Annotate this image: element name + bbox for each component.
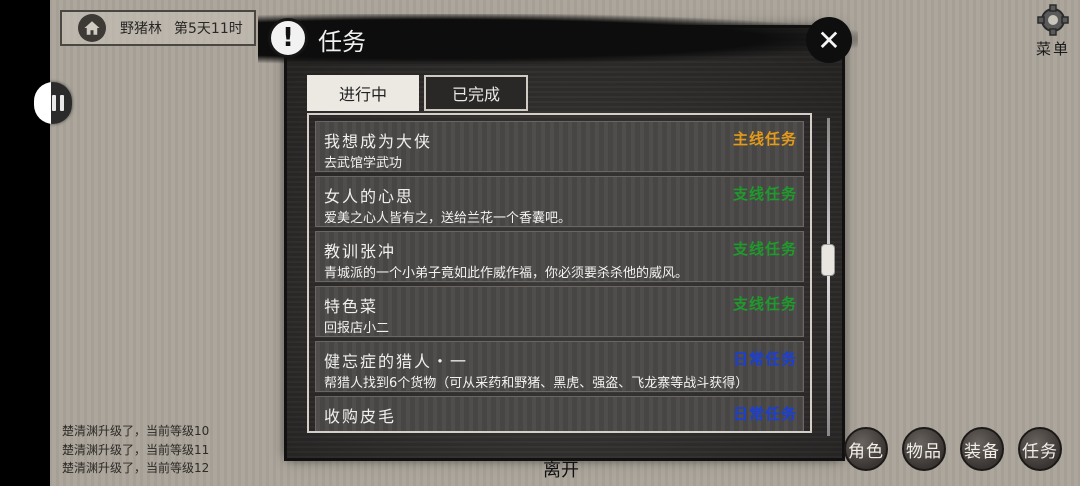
- quest-name: 健忘症的猎人・一: [324, 352, 469, 371]
- dialog-title: 任务: [318, 28, 366, 56]
- menu-button[interactable]: 菜单: [1030, 4, 1076, 62]
- close-icon: ✕: [817, 23, 841, 57]
- quest-type: 日常任务: [732, 405, 797, 423]
- menu-label: 菜单: [1035, 40, 1070, 58]
- character-button[interactable]: 角色: [844, 427, 888, 471]
- game-screen: 野猪林 第5天11时 菜单 楚清渊升级了，当前等级10 楚清渊升级了，当前等级11…: [0, 0, 1080, 486]
- quest-list[interactable]: 我想成为大侠 主线任务 去武馆学武功 女人的心思 支线任务 爱美之心人皆有之，送…: [307, 113, 812, 433]
- quest-desc: 爱美之心人皆有之，送给兰花一个香囊吧。: [324, 211, 572, 226]
- quest-desc: 青城派的一个小弟子竟如此作威作福，你必须要杀杀他的威风。: [324, 266, 689, 281]
- scrollbar-thumb[interactable]: [821, 244, 835, 276]
- close-button[interactable]: ✕: [806, 17, 852, 63]
- equipment-button[interactable]: 装备: [960, 427, 1004, 471]
- quest-item[interactable]: 健忘症的猎人・一 日常任务 帮猎人找到6个货物（可从采药和野猪、黑虎、强盗、飞龙…: [315, 341, 804, 392]
- quest-item[interactable]: 我想成为大侠 主线任务 去武馆学武功: [315, 121, 804, 172]
- log-line: 楚清渊升级了，当前等级12: [62, 461, 210, 475]
- quest-type: 主线任务: [732, 130, 797, 148]
- message-log: 楚清渊升级了，当前等级10 楚清渊升级了，当前等级11 楚清渊升级了，当前等级1…: [62, 422, 209, 478]
- scrollbar-track[interactable]: [827, 118, 830, 436]
- location-box: 野猪林 第5天11时: [60, 10, 256, 46]
- tab-completed[interactable]: 已完成: [424, 75, 528, 111]
- home-icon: [84, 21, 100, 35]
- location-text: 野猪林 第5天11时: [120, 18, 243, 38]
- quest-desc: 帮猎人找到6个货物（可从采药和野猪、黑虎、强盗、飞龙寨等战斗获得）: [324, 376, 749, 391]
- side-toggle-button[interactable]: [34, 82, 72, 124]
- quest-desc: 回报店小二: [324, 321, 390, 336]
- exclamation-icon: !: [268, 18, 308, 58]
- gear-icon: [1037, 4, 1069, 36]
- quest-name: 女人的心思: [324, 187, 415, 206]
- pause-icon: [52, 95, 64, 111]
- location-time: 第5天11时: [174, 21, 243, 37]
- log-line: 楚清渊升级了，当前等级10: [62, 424, 210, 438]
- quest-type: 日常任务: [732, 350, 797, 368]
- quest-name: 特色菜: [324, 297, 379, 316]
- quest-desc: 去武馆学武功: [324, 156, 403, 171]
- quest-item[interactable]: 教训张冲 支线任务 青城派的一个小弟子竟如此作威作福，你必须要杀杀他的威风。: [315, 231, 804, 282]
- home-button[interactable]: [78, 14, 106, 42]
- quests-button[interactable]: 任务: [1018, 427, 1062, 471]
- quest-type: 支线任务: [732, 185, 797, 203]
- quest-type: 支线任务: [732, 240, 797, 258]
- tab-in-progress[interactable]: 进行中: [307, 75, 419, 111]
- location-place: 野猪林: [120, 21, 162, 37]
- quest-item[interactable]: 特色菜 支线任务 回报店小二: [315, 286, 804, 337]
- quest-name: 收购皮毛: [324, 407, 397, 426]
- quest-type: 支线任务: [732, 295, 797, 313]
- items-button[interactable]: 物品: [902, 427, 946, 471]
- leave-button[interactable]: 离开: [543, 456, 579, 482]
- quest-item[interactable]: 女人的心思 支线任务 爱美之心人皆有之，送给兰花一个香囊吧。: [315, 176, 804, 227]
- log-line: 楚清渊升级了，当前等级11: [62, 442, 210, 457]
- quest-name: 教训张冲: [324, 242, 397, 261]
- quest-item[interactable]: 收购皮毛 日常任务: [315, 396, 804, 431]
- quest-name: 我想成为大侠: [324, 132, 433, 151]
